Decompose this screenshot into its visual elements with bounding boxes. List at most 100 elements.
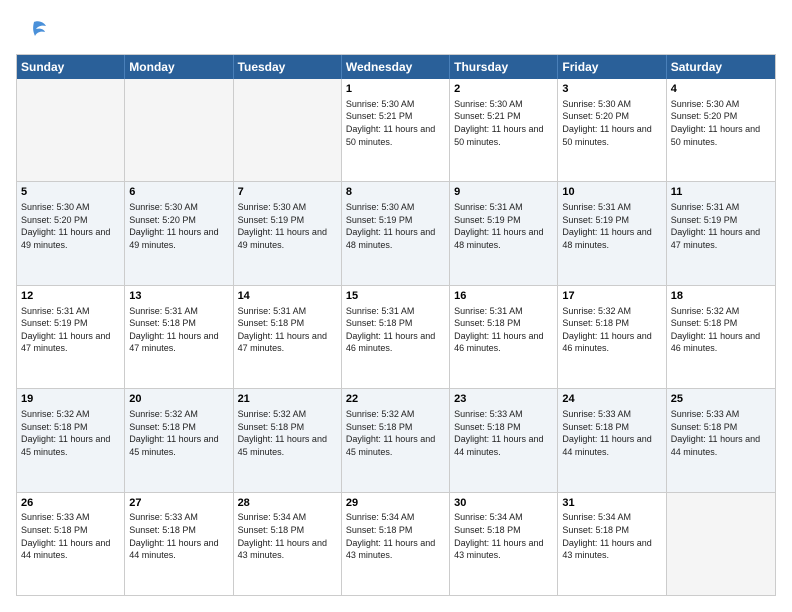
page: SundayMondayTuesdayWednesdayThursdayFrid… (0, 0, 792, 612)
calendar-cell: 12Sunrise: 5:31 AMSunset: 5:19 PMDayligh… (17, 286, 125, 388)
calendar-cell: 19Sunrise: 5:32 AMSunset: 5:18 PMDayligh… (17, 389, 125, 491)
calendar-cell: 24Sunrise: 5:33 AMSunset: 5:18 PMDayligh… (558, 389, 666, 491)
calendar-cell: 2Sunrise: 5:30 AMSunset: 5:21 PMDaylight… (450, 79, 558, 181)
calendar-cell (234, 79, 342, 181)
cell-info: Sunrise: 5:34 AMSunset: 5:18 PMDaylight:… (238, 511, 337, 561)
cell-info: Sunrise: 5:33 AMSunset: 5:18 PMDaylight:… (21, 511, 120, 561)
cell-info: Sunrise: 5:33 AMSunset: 5:18 PMDaylight:… (671, 408, 771, 458)
calendar-cell: 29Sunrise: 5:34 AMSunset: 5:18 PMDayligh… (342, 493, 450, 595)
day-number: 22 (346, 392, 445, 407)
cell-info: Sunrise: 5:30 AMSunset: 5:20 PMDaylight:… (129, 201, 228, 251)
cell-info: Sunrise: 5:31 AMSunset: 5:18 PMDaylight:… (129, 305, 228, 355)
day-number: 13 (129, 289, 228, 304)
day-number: 23 (454, 392, 553, 407)
calendar-cell: 9Sunrise: 5:31 AMSunset: 5:19 PMDaylight… (450, 182, 558, 284)
day-number: 27 (129, 496, 228, 511)
logo-bird-icon (20, 16, 48, 44)
cell-info: Sunrise: 5:30 AMSunset: 5:19 PMDaylight:… (238, 201, 337, 251)
day-number: 5 (21, 185, 120, 200)
calendar-cell: 16Sunrise: 5:31 AMSunset: 5:18 PMDayligh… (450, 286, 558, 388)
day-number: 6 (129, 185, 228, 200)
cell-info: Sunrise: 5:31 AMSunset: 5:19 PMDaylight:… (671, 201, 771, 251)
day-number: 9 (454, 185, 553, 200)
day-number: 12 (21, 289, 120, 304)
cell-info: Sunrise: 5:32 AMSunset: 5:18 PMDaylight:… (21, 408, 120, 458)
day-number: 4 (671, 82, 771, 97)
weekday-header: Saturday (667, 55, 775, 79)
calendar-body: 1Sunrise: 5:30 AMSunset: 5:21 PMDaylight… (17, 79, 775, 595)
cell-info: Sunrise: 5:31 AMSunset: 5:18 PMDaylight:… (238, 305, 337, 355)
cell-info: Sunrise: 5:30 AMSunset: 5:20 PMDaylight:… (671, 98, 771, 148)
calendar-cell: 26Sunrise: 5:33 AMSunset: 5:18 PMDayligh… (17, 493, 125, 595)
calendar-cell: 23Sunrise: 5:33 AMSunset: 5:18 PMDayligh… (450, 389, 558, 491)
calendar-cell: 25Sunrise: 5:33 AMSunset: 5:18 PMDayligh… (667, 389, 775, 491)
header (16, 16, 776, 44)
day-number: 24 (562, 392, 661, 407)
day-number: 1 (346, 82, 445, 97)
day-number: 30 (454, 496, 553, 511)
calendar-cell: 8Sunrise: 5:30 AMSunset: 5:19 PMDaylight… (342, 182, 450, 284)
calendar-cell: 30Sunrise: 5:34 AMSunset: 5:18 PMDayligh… (450, 493, 558, 595)
day-number: 3 (562, 82, 661, 97)
calendar-cell: 28Sunrise: 5:34 AMSunset: 5:18 PMDayligh… (234, 493, 342, 595)
day-number: 31 (562, 496, 661, 511)
cell-info: Sunrise: 5:31 AMSunset: 5:19 PMDaylight:… (21, 305, 120, 355)
weekday-header: Sunday (17, 55, 125, 79)
calendar-cell: 13Sunrise: 5:31 AMSunset: 5:18 PMDayligh… (125, 286, 233, 388)
cell-info: Sunrise: 5:34 AMSunset: 5:18 PMDaylight:… (346, 511, 445, 561)
calendar-cell: 17Sunrise: 5:32 AMSunset: 5:18 PMDayligh… (558, 286, 666, 388)
day-number: 19 (21, 392, 120, 407)
calendar-cell: 10Sunrise: 5:31 AMSunset: 5:19 PMDayligh… (558, 182, 666, 284)
cell-info: Sunrise: 5:33 AMSunset: 5:18 PMDaylight:… (454, 408, 553, 458)
calendar-cell: 3Sunrise: 5:30 AMSunset: 5:20 PMDaylight… (558, 79, 666, 181)
cell-info: Sunrise: 5:31 AMSunset: 5:19 PMDaylight:… (454, 201, 553, 251)
calendar-cell: 31Sunrise: 5:34 AMSunset: 5:18 PMDayligh… (558, 493, 666, 595)
calendar-cell (667, 493, 775, 595)
day-number: 18 (671, 289, 771, 304)
calendar: SundayMondayTuesdayWednesdayThursdayFrid… (16, 54, 776, 596)
cell-info: Sunrise: 5:32 AMSunset: 5:18 PMDaylight:… (671, 305, 771, 355)
day-number: 21 (238, 392, 337, 407)
cell-info: Sunrise: 5:32 AMSunset: 5:18 PMDaylight:… (129, 408, 228, 458)
day-number: 17 (562, 289, 661, 304)
calendar-row: 26Sunrise: 5:33 AMSunset: 5:18 PMDayligh… (17, 492, 775, 595)
day-number: 7 (238, 185, 337, 200)
calendar-cell: 5Sunrise: 5:30 AMSunset: 5:20 PMDaylight… (17, 182, 125, 284)
calendar-cell: 14Sunrise: 5:31 AMSunset: 5:18 PMDayligh… (234, 286, 342, 388)
cell-info: Sunrise: 5:31 AMSunset: 5:18 PMDaylight:… (346, 305, 445, 355)
cell-info: Sunrise: 5:32 AMSunset: 5:18 PMDaylight:… (562, 305, 661, 355)
day-number: 2 (454, 82, 553, 97)
day-number: 15 (346, 289, 445, 304)
day-number: 25 (671, 392, 771, 407)
calendar-cell (17, 79, 125, 181)
cell-info: Sunrise: 5:32 AMSunset: 5:18 PMDaylight:… (346, 408, 445, 458)
calendar-cell: 4Sunrise: 5:30 AMSunset: 5:20 PMDaylight… (667, 79, 775, 181)
calendar-cell: 21Sunrise: 5:32 AMSunset: 5:18 PMDayligh… (234, 389, 342, 491)
calendar-cell: 15Sunrise: 5:31 AMSunset: 5:18 PMDayligh… (342, 286, 450, 388)
calendar-cell: 18Sunrise: 5:32 AMSunset: 5:18 PMDayligh… (667, 286, 775, 388)
day-number: 11 (671, 185, 771, 200)
day-number: 8 (346, 185, 445, 200)
calendar-cell: 6Sunrise: 5:30 AMSunset: 5:20 PMDaylight… (125, 182, 233, 284)
cell-info: Sunrise: 5:34 AMSunset: 5:18 PMDaylight:… (454, 511, 553, 561)
weekday-header: Friday (558, 55, 666, 79)
calendar-header: SundayMondayTuesdayWednesdayThursdayFrid… (17, 55, 775, 79)
calendar-row: 1Sunrise: 5:30 AMSunset: 5:21 PMDaylight… (17, 79, 775, 181)
calendar-cell: 11Sunrise: 5:31 AMSunset: 5:19 PMDayligh… (667, 182, 775, 284)
day-number: 16 (454, 289, 553, 304)
cell-info: Sunrise: 5:30 AMSunset: 5:20 PMDaylight:… (562, 98, 661, 148)
weekday-header: Tuesday (234, 55, 342, 79)
calendar-cell (125, 79, 233, 181)
calendar-row: 5 Sunrise: 5:30 AMSunset: 5:20 PMDaylight… (17, 181, 775, 284)
day-number: 10 (562, 185, 661, 200)
weekday-header: Thursday (450, 55, 558, 79)
calendar-cell: 1Sunrise: 5:30 AMSunset: 5:21 PMDaylight… (342, 79, 450, 181)
cell-info: Sunrise: 5:30 AMSunset: 5:21 PMDaylight:… (346, 98, 445, 148)
day-number: 14 (238, 289, 337, 304)
calendar-row: 12Sunrise: 5:31 AMSunset: 5:19 PMDayligh… (17, 285, 775, 388)
calendar-cell: 20Sunrise: 5:32 AMSunset: 5:18 PMDayligh… (125, 389, 233, 491)
day-number: 29 (346, 496, 445, 511)
cell-info: Sunrise: 5:32 AMSunset: 5:18 PMDaylight:… (238, 408, 337, 458)
cell-info: Sunrise: 5:33 AMSunset: 5:18 PMDaylight:… (129, 511, 228, 561)
calendar-row: 19Sunrise: 5:32 AMSunset: 5:18 PMDayligh… (17, 388, 775, 491)
